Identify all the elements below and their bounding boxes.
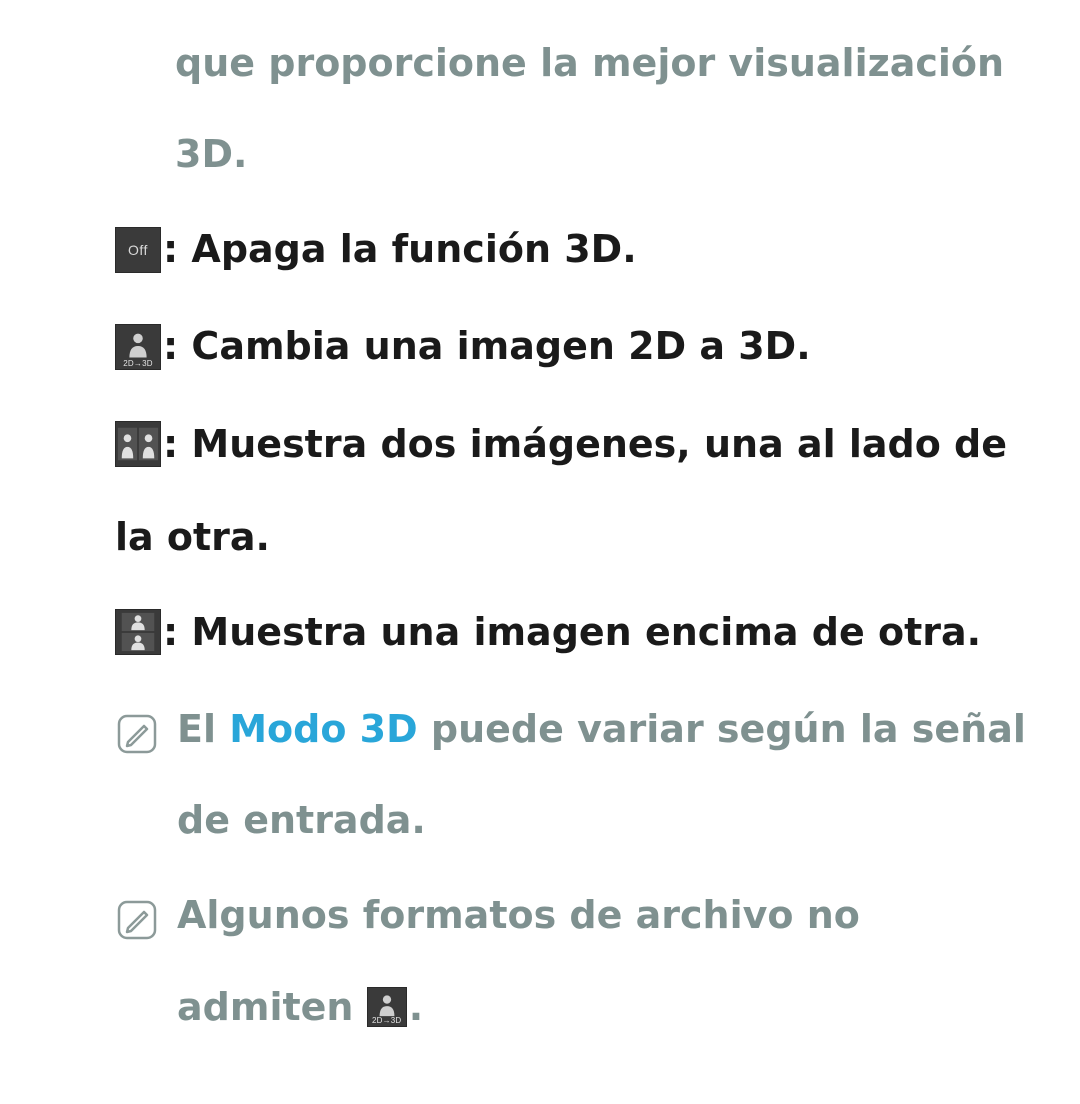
- conv-2d3d-icon-wrap: [115, 303, 161, 394]
- conv-2d3d-icon-wrap-small: [367, 963, 407, 1054]
- item-2d3d-desc: : Cambia una imagen 2D a 3D.: [163, 324, 811, 368]
- item-tb-desc: : Muestra una imagen encima de otra.: [163, 610, 981, 654]
- item-sbs-desc: : Muestra dos imágenes, una al lado de l…: [115, 422, 1007, 559]
- pencil-note-icon: [115, 712, 159, 756]
- note-2: Algunos formatos de archivo no admiten .: [115, 870, 1040, 1054]
- note2-post: .: [409, 985, 423, 1029]
- item-2d3d: : Cambia una imagen 2D a 3D.: [115, 301, 1040, 394]
- item-sbs: : Muestra dos imágenes, una al lado de l…: [115, 399, 1040, 583]
- note1-kw: Modo 3D: [229, 707, 417, 751]
- conv-2d3d-icon: [115, 324, 161, 370]
- off-icon-wrap: Off: [115, 206, 161, 297]
- intro-text: que proporcione la mejor visualización 3…: [175, 41, 1004, 176]
- document-page: que proporcione la mejor visualización 3…: [0, 0, 1080, 1104]
- side-by-side-icon-wrap: [115, 400, 161, 491]
- note-1: El Modo 3D puede variar según la señal d…: [115, 684, 1040, 866]
- intro-fragment: que proporcione la mejor visualización 3…: [115, 18, 1040, 200]
- off-icon: Off: [115, 227, 161, 273]
- pencil-note-icon: [115, 898, 159, 942]
- top-bottom-icon-wrap: [115, 589, 161, 680]
- item-off-desc: : Apaga la función 3D.: [163, 227, 637, 271]
- conv-2d3d-icon: [367, 987, 407, 1027]
- off-icon-label: Off: [128, 243, 148, 257]
- note-2-text: Algunos formatos de archivo no admiten .: [177, 870, 1040, 1054]
- top-bottom-icon: [115, 609, 161, 655]
- note-1-text: El Modo 3D puede variar según la señal d…: [177, 684, 1040, 866]
- item-off: Off : Apaga la función 3D.: [115, 204, 1040, 297]
- item-tb: : Muestra una imagen encima de otra.: [115, 587, 1040, 680]
- side-by-side-icon: [115, 421, 161, 467]
- note1-pre: El: [177, 707, 229, 751]
- note2-pre: Algunos formatos de archivo no admiten: [177, 893, 860, 1028]
